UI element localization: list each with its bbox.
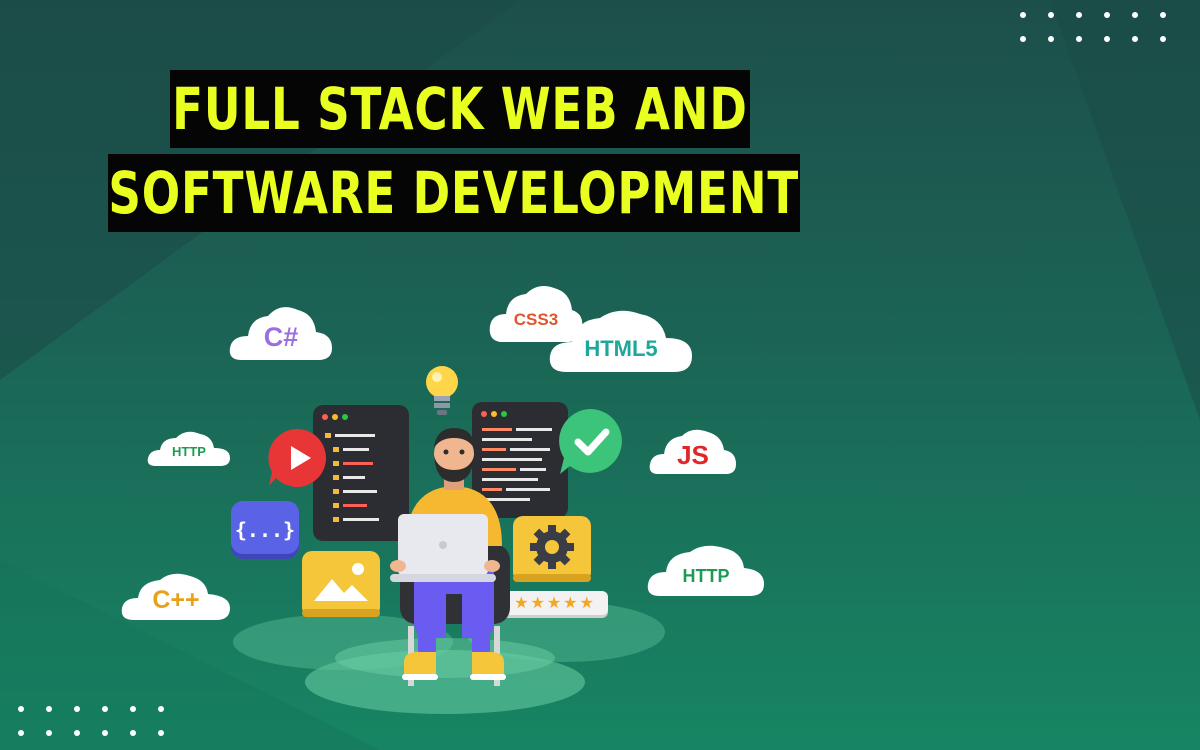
page-title-line-1: FULL STACK WEB AND <box>170 70 750 148</box>
cloud-http-right-label: HTTP <box>682 566 730 586</box>
cloud-html5: HTML5 <box>548 306 694 374</box>
star-icon: ★ <box>546 595 562 612</box>
code-braces-tile: {...} <box>231 501 299 559</box>
cloud-http-left: HTTP <box>146 428 232 468</box>
code-braces-text: {...} <box>234 518 296 542</box>
cloud-http-right: HTTP <box>646 542 766 598</box>
title-line-2-text: SOFTWARE DEVELOPMENT <box>108 159 800 227</box>
page-title-line-2: SOFTWARE DEVELOPMENT <box>108 154 800 232</box>
lightbulb-icon <box>426 366 458 415</box>
cloud-js: JS <box>648 426 738 476</box>
image-icon <box>302 551 380 617</box>
star-icon: ★ <box>563 595 578 612</box>
cloud-cpp: C++ <box>120 570 232 622</box>
title-line-1-text: FULL STACK WEB AND <box>172 75 748 143</box>
cloud-html5-label: HTML5 <box>584 336 658 361</box>
cloud-csharp-label: C# <box>263 322 299 352</box>
cloud-js-label: JS <box>677 440 709 470</box>
dot-grid-bottom-left <box>18 706 178 740</box>
cloud-csharp: C# <box>228 302 334 362</box>
dot-grid-top-right <box>1020 12 1180 46</box>
gear-icon <box>513 516 591 582</box>
cloud-cpp-label: C++ <box>152 586 200 614</box>
cloud-http-left-label: HTTP <box>172 444 206 459</box>
check-icon <box>559 408 622 474</box>
star-icon: ★ <box>579 595 594 612</box>
star-icon: ★ <box>530 595 545 612</box>
developer-character <box>390 428 510 686</box>
play-icon <box>268 428 326 487</box>
